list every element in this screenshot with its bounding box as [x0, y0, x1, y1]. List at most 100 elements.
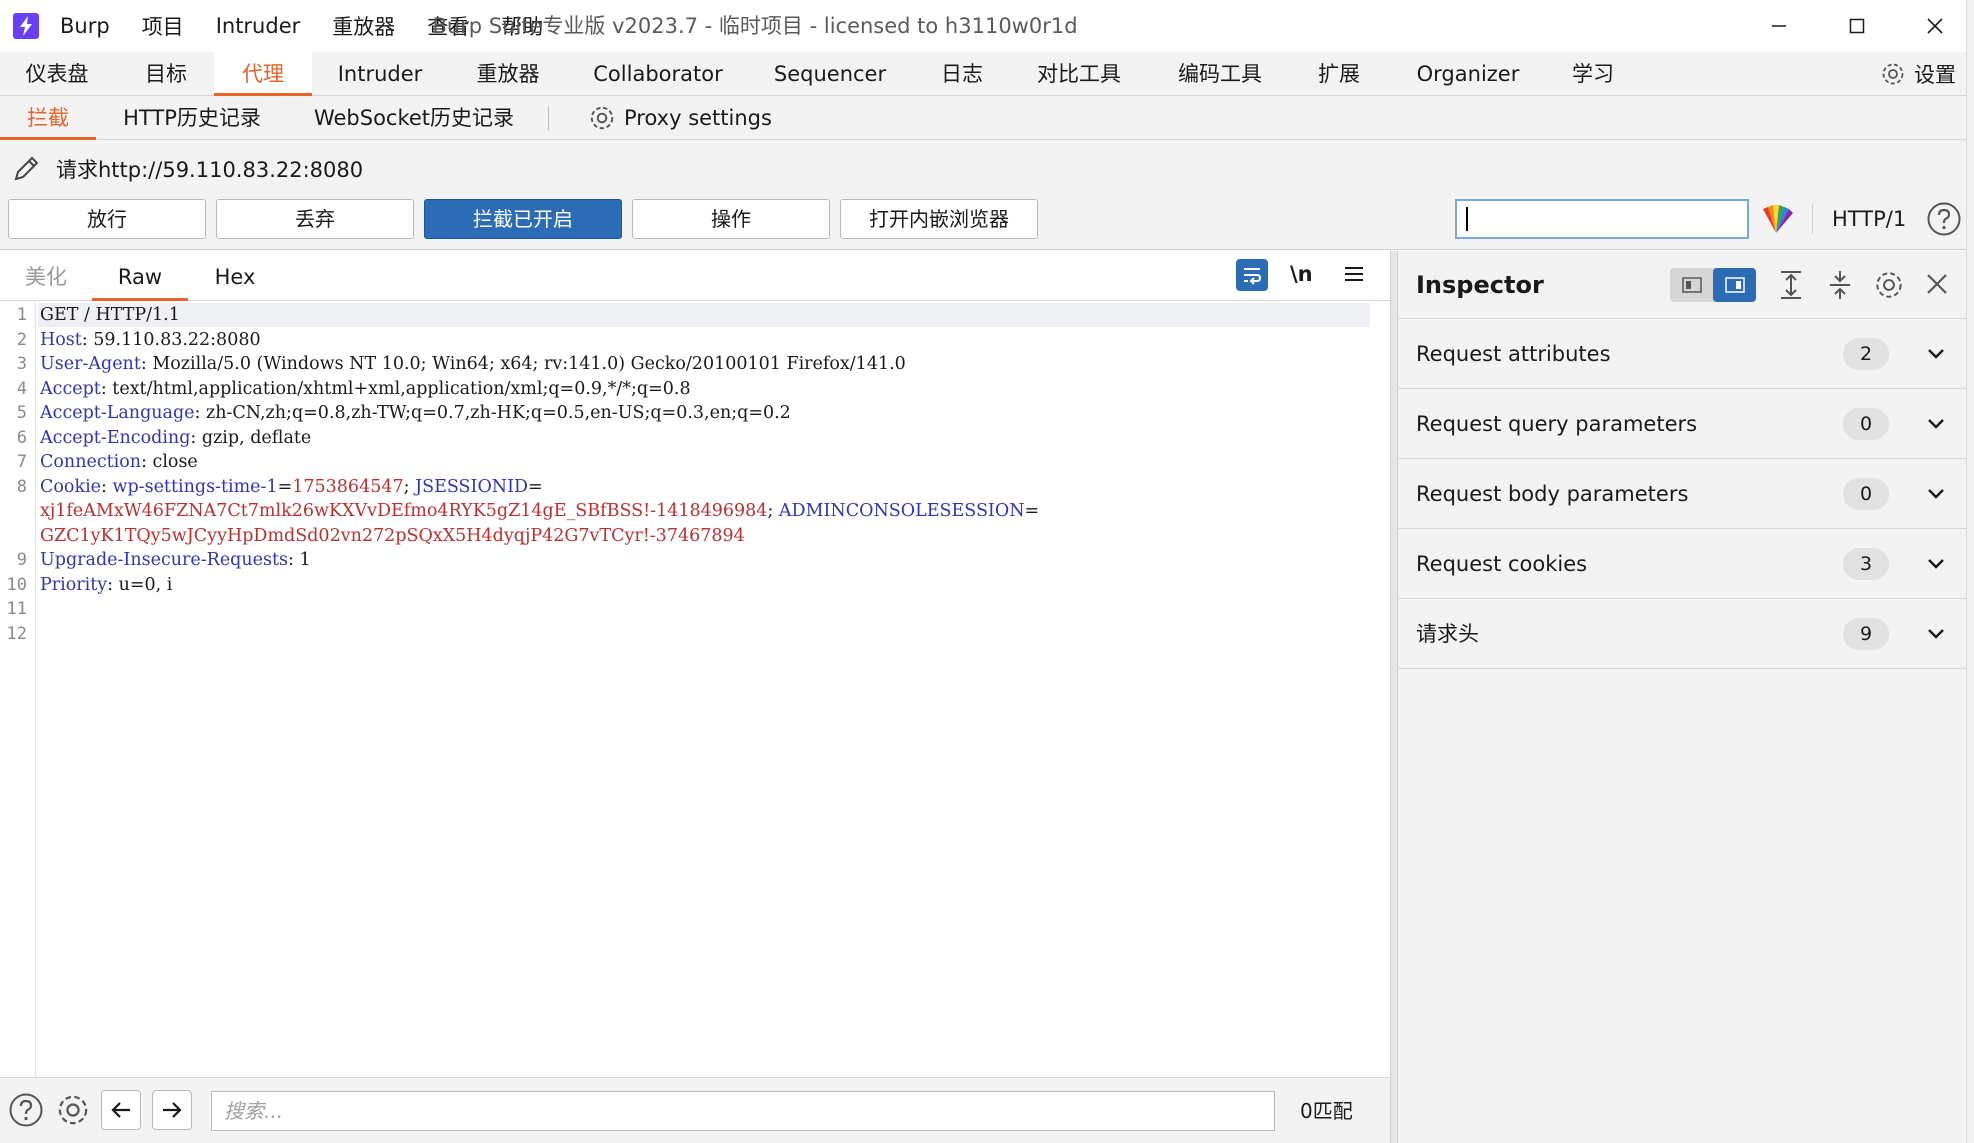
- header-key: Accept-Encoding: [40, 427, 191, 448]
- close-window-button[interactable]: [1896, 0, 1974, 52]
- header-key: Accept: [40, 378, 101, 399]
- tab-dashboard[interactable]: 仪表盘: [10, 52, 104, 96]
- search-next-button[interactable]: [152, 1090, 192, 1130]
- forward-button[interactable]: 放行: [8, 199, 206, 239]
- cookie-separator: ;: [767, 501, 779, 521]
- show-newlines-button[interactable]: \n: [1290, 262, 1313, 286]
- text-caret: [1466, 207, 1468, 231]
- maximize-button[interactable]: [1818, 0, 1896, 52]
- line-number: 8: [16, 476, 27, 497]
- editor-search-bar: 搜索... 0匹配: [0, 1077, 1390, 1143]
- drop-button[interactable]: 丢弃: [216, 199, 414, 239]
- menu-project[interactable]: 项目: [142, 11, 184, 41]
- inspector-section-body-parameters[interactable]: Request body parameters 0: [1398, 459, 1966, 529]
- intercept-toggle-button[interactable]: 拦截已开启: [424, 199, 622, 239]
- header-key: Host: [40, 329, 82, 350]
- open-browser-button[interactable]: 打开内嵌浏览器: [840, 199, 1038, 239]
- tab-extensions[interactable]: 扩展: [1300, 52, 1378, 96]
- menu-burp[interactable]: Burp: [60, 14, 110, 38]
- tab-pretty[interactable]: 美化: [12, 251, 80, 301]
- header-value: : 59.110.83.22:8080: [81, 329, 261, 350]
- window-right-edge: [1966, 0, 1974, 1143]
- layout-left-icon[interactable]: [1670, 268, 1713, 302]
- line-number: 2: [16, 329, 27, 350]
- gear-icon: [1882, 63, 1904, 85]
- expand-all-icon[interactable]: [1776, 269, 1806, 305]
- section-count-badge: 3: [1843, 548, 1889, 580]
- header-line-user-agent: User-Agent: Mozilla/5.0 (Windows NT 10.0…: [40, 354, 906, 374]
- inspector-header: Inspector: [1398, 251, 1966, 319]
- main-tab-bar: 仪表盘 目标 代理 Intruder 重放器 Collaborator Sequ…: [0, 52, 1974, 96]
- section-label: Request cookies: [1416, 552, 1588, 576]
- proxy-settings-button[interactable]: Proxy settings: [588, 96, 772, 140]
- header-line-host: Host: 59.110.83.22:8080: [40, 330, 261, 350]
- chevron-down-icon: [1928, 629, 1944, 639]
- tab-repeater[interactable]: 重放器: [454, 52, 562, 96]
- arrow-left-icon: [111, 1102, 130, 1118]
- close-icon[interactable]: [1922, 269, 1952, 303]
- inspector-section-query-parameters[interactable]: Request query parameters 0: [1398, 389, 1966, 459]
- line-number: 3: [16, 354, 27, 374]
- request-search-input[interactable]: [1455, 199, 1749, 239]
- highlight-color-icon[interactable]: [1757, 203, 1795, 239]
- menu-intruder[interactable]: Intruder: [216, 14, 301, 38]
- gear-icon[interactable]: [55, 1092, 91, 1132]
- header-line-accept: Accept: text/html,application/xhtml+xml,…: [40, 379, 691, 399]
- gear-icon: [590, 106, 614, 130]
- line-number: 10: [6, 574, 27, 595]
- action-button[interactable]: 操作: [632, 199, 830, 239]
- layout-right-icon[interactable]: [1713, 268, 1756, 302]
- tab-organizer[interactable]: Organizer: [1404, 52, 1532, 96]
- inspector-section-cookies[interactable]: Request cookies 3: [1398, 529, 1966, 599]
- tab-hex[interactable]: Hex: [200, 251, 270, 301]
- search-previous-button[interactable]: [101, 1090, 141, 1130]
- section-label: 请求头: [1416, 622, 1479, 646]
- tab-proxy[interactable]: 代理: [214, 52, 312, 96]
- request-line: GET / HTTP/1.1: [40, 305, 180, 325]
- settings-button[interactable]: 设置: [1880, 52, 1956, 96]
- collapse-all-icon[interactable]: [1825, 269, 1855, 305]
- hamburger-menu-icon[interactable]: [1343, 264, 1365, 288]
- header-line-cookie: Cookie: wp-settings-time-1=1753864547; J…: [40, 477, 543, 497]
- tab-websocket-history[interactable]: WebSocket历史记录: [304, 96, 524, 140]
- intercept-toolbar: 请求http://59.110.83.22:8080 放行 丢弃 拦截已开启 操…: [0, 140, 1974, 250]
- gear-icon[interactable]: [1873, 269, 1905, 305]
- raw-request-editor[interactable]: GET / HTTP/1.1 Host: 59.110.83.22:8080 U…: [38, 302, 1388, 1077]
- current-line-highlight: [38, 303, 1370, 327]
- minimize-button[interactable]: [1740, 0, 1818, 52]
- word-wrap-icon[interactable]: [1236, 259, 1268, 291]
- tab-decoder[interactable]: 编码工具: [1166, 52, 1274, 96]
- window-controls: [1740, 0, 1974, 52]
- tab-intruder[interactable]: Intruder: [324, 52, 436, 96]
- request-url-line: 请求http://59.110.83.22:8080: [10, 152, 363, 186]
- tab-learn[interactable]: 学习: [1556, 52, 1630, 96]
- header-value: : text/html,application/xhtml+xml,applic…: [100, 378, 691, 399]
- inspector-layout-toggle[interactable]: [1670, 268, 1756, 302]
- tab-intercept[interactable]: 拦截: [0, 96, 96, 140]
- header-line-connection: Connection: close: [40, 452, 198, 472]
- line-number: 1: [16, 305, 27, 325]
- tab-sequencer[interactable]: Sequencer: [760, 52, 900, 96]
- header-key: Upgrade-Insecure-Requests: [40, 550, 289, 570]
- http-version-toggle[interactable]: HTTP/1: [1832, 199, 1906, 239]
- cookie-value: 1753864547: [292, 476, 404, 497]
- section-count-badge: 0: [1843, 478, 1889, 510]
- tab-target[interactable]: 目标: [124, 52, 208, 96]
- tab-raw[interactable]: Raw: [92, 251, 188, 301]
- tab-http-history[interactable]: HTTP历史记录: [110, 96, 274, 140]
- inspector-panel: Inspector Request attributes 2 Request q…: [1398, 251, 1966, 1143]
- tab-logger[interactable]: 日志: [924, 52, 1000, 96]
- help-icon[interactable]: [8, 1092, 44, 1132]
- burp-logo-icon: [13, 13, 39, 39]
- section-count-badge: 2: [1843, 338, 1889, 370]
- inspector-section-headers[interactable]: 请求头 9: [1398, 599, 1966, 669]
- pencil-icon[interactable]: [10, 153, 42, 185]
- editor-search-input[interactable]: 搜索...: [211, 1091, 1275, 1131]
- help-icon[interactable]: [1926, 201, 1962, 241]
- inspector-section-request-attributes[interactable]: Request attributes 2: [1398, 319, 1966, 389]
- tab-collaborator[interactable]: Collaborator: [582, 52, 734, 96]
- cookie-name: JSESSIONID: [415, 476, 529, 497]
- tab-comparer[interactable]: 对比工具: [1028, 52, 1130, 96]
- pane-splitter[interactable]: [1390, 251, 1398, 1143]
- cookie-separator: :: [101, 476, 113, 497]
